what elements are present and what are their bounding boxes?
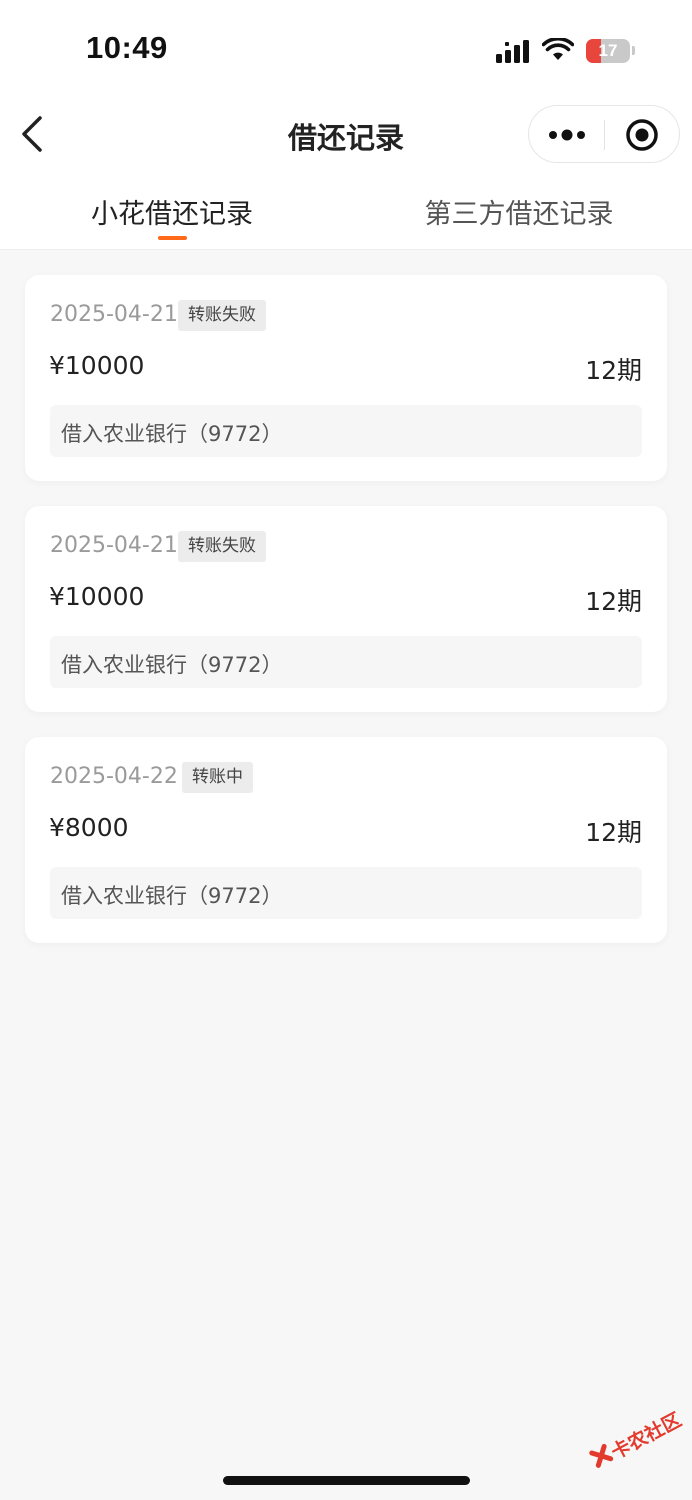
record-desc-box: 借入农业银行（9772） — [50, 867, 642, 919]
capsule-divider — [604, 120, 605, 150]
record-desc: 借入农业银行（9772） — [61, 422, 283, 446]
record-desc: 借入农业银行（9772） — [61, 884, 283, 908]
record-card[interactable]: 2025-04-21 转账失败 ¥10000 12期 借入农业银行（9772） — [25, 506, 667, 712]
watermark: 卡农社区 — [579, 1390, 692, 1493]
record-amount: ¥10000 — [49, 351, 145, 380]
record-desc-box: 借入农业银行（9772） — [50, 405, 642, 457]
home-indicator[interactable] — [223, 1476, 470, 1485]
active-tab-indicator — [158, 236, 187, 240]
record-date: 2025-04-21 — [50, 302, 178, 327]
wifi-icon — [542, 38, 574, 60]
battery-cap — [632, 46, 635, 55]
battery-icon: 17 — [586, 39, 630, 63]
status-badge: 转账失败 — [178, 300, 266, 331]
record-date: 2025-04-21 — [50, 533, 178, 558]
status-time: 10:49 — [86, 30, 168, 65]
status-badge: 转账失败 — [178, 531, 266, 562]
record-desc-box: 借入农业银行（9772） — [50, 636, 642, 688]
target-circle-icon[interactable] — [623, 116, 661, 154]
tab-third-party-records[interactable]: 第三方借还记录 — [404, 192, 634, 231]
record-amount: ¥10000 — [49, 582, 145, 611]
record-period: 12期 — [585, 818, 642, 847]
watermark-text: 卡农社区 — [607, 1408, 686, 1464]
record-desc: 借入农业银行（9772） — [61, 653, 283, 677]
record-period: 12期 — [585, 587, 642, 616]
record-card[interactable]: 2025-04-22 转账中 ¥8000 12期 借入农业银行（9772） — [25, 737, 667, 943]
status-badge: 转账中 — [182, 762, 253, 793]
record-amount: ¥8000 — [49, 813, 129, 842]
header-area: 10:49 17 借还记录 小花借还记录 第三方借还记录 — [0, 0, 692, 250]
tab-xiaohua-records[interactable]: 小花借还记录 — [60, 192, 284, 231]
record-period: 12期 — [585, 356, 642, 385]
cellular-signal-icon — [496, 40, 529, 63]
battery-level: 17 — [598, 41, 618, 60]
record-date: 2025-04-22 — [50, 764, 178, 789]
mini-program-capsule — [528, 105, 680, 163]
record-card[interactable]: 2025-04-21 转账失败 ¥10000 12期 借入农业银行（9772） — [25, 275, 667, 481]
more-dots-icon[interactable] — [543, 114, 591, 156]
